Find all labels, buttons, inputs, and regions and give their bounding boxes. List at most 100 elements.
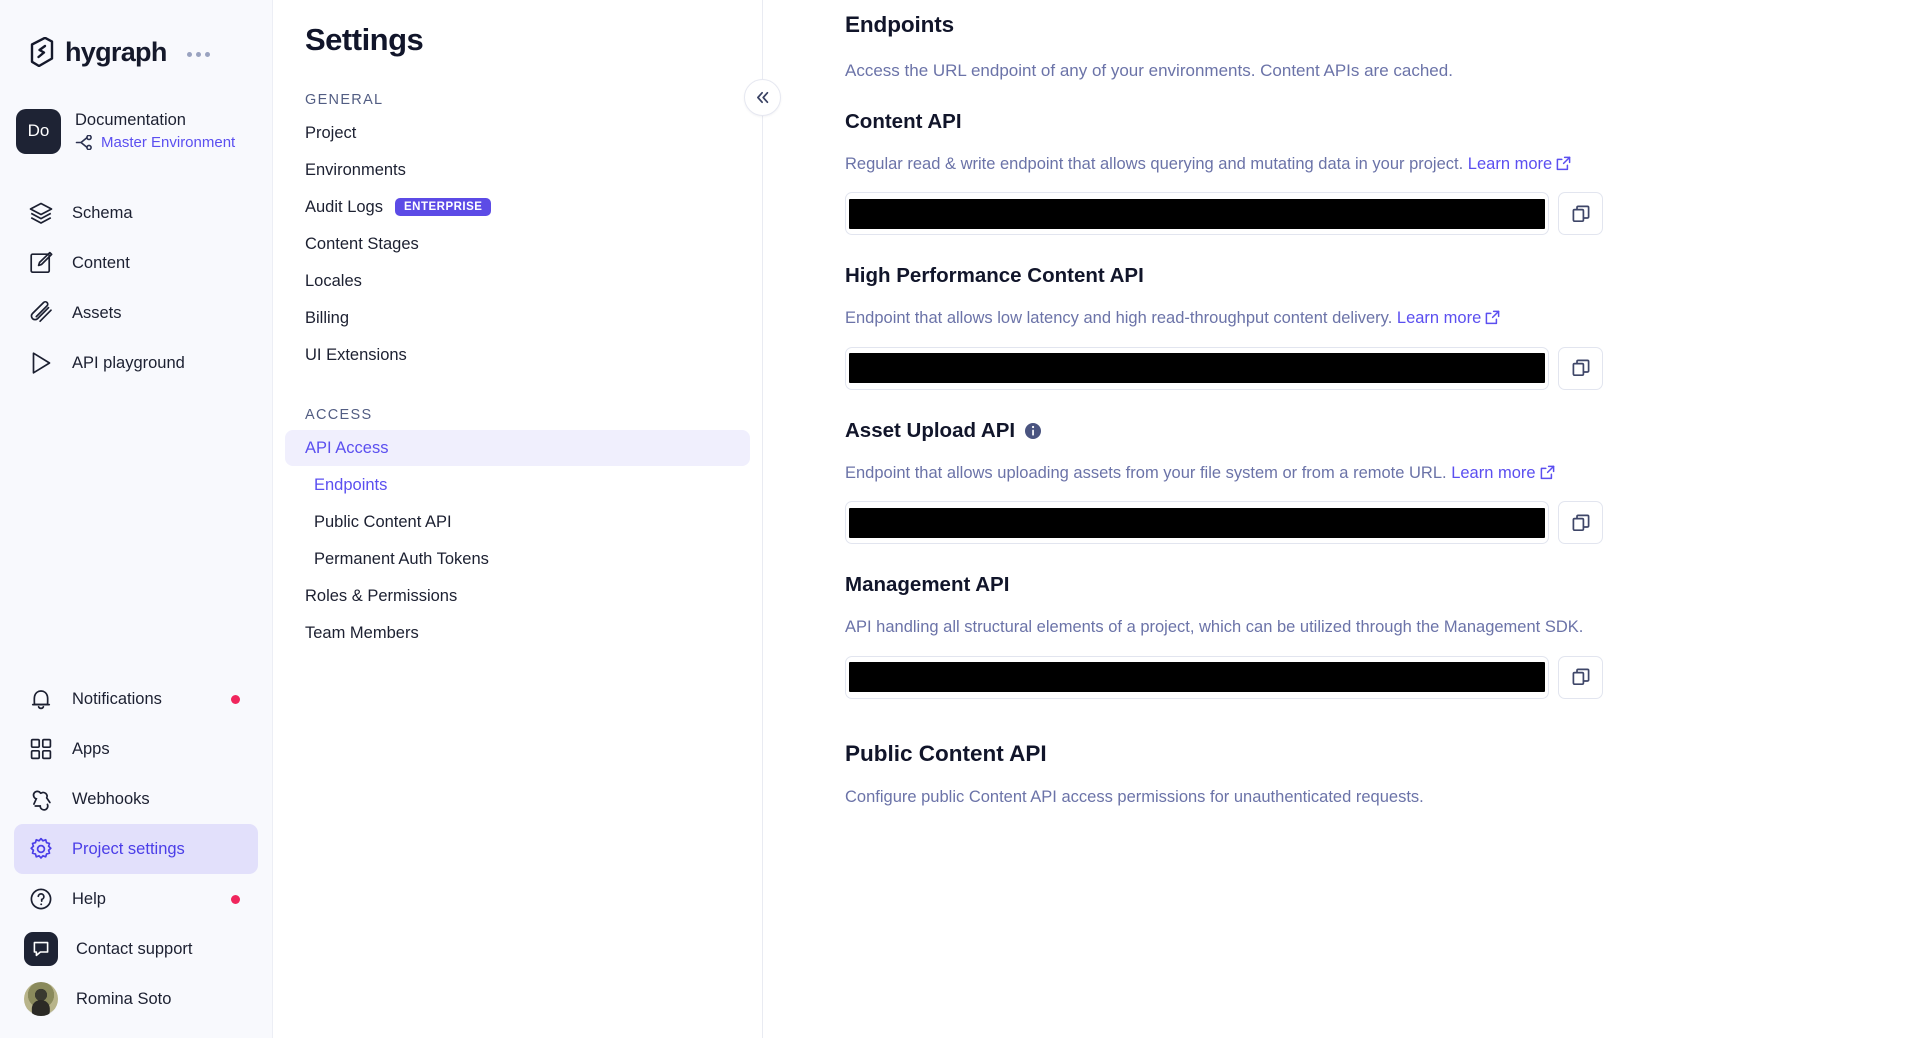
- project-avatar: Do: [16, 109, 61, 154]
- environment-row[interactable]: Master Environment: [75, 134, 235, 151]
- gear-icon: [28, 836, 54, 862]
- section-description-text: Endpoint that allows low latency and hig…: [845, 309, 1392, 327]
- sidebar-item-assets[interactable]: Assets: [14, 288, 258, 338]
- sidebar-item-label: Content: [72, 255, 130, 272]
- chat-bubble-icon: [24, 932, 58, 966]
- bell-icon: [28, 686, 54, 712]
- endpoint-input-content-api[interactable]: [845, 192, 1549, 235]
- settings-item-label: Public Content API: [314, 513, 452, 532]
- sidebar-item-content[interactable]: Content: [14, 238, 258, 288]
- copy-button[interactable]: [1558, 192, 1603, 235]
- sidebar-secondary-nav: Notifications Apps W: [0, 674, 272, 1038]
- settings-item-ui-extensions[interactable]: UI Extensions: [285, 337, 750, 373]
- settings-item-label: Billing: [305, 309, 349, 328]
- section-title-text: High Performance Content API: [845, 264, 1144, 288]
- external-link-icon: [1540, 465, 1555, 480]
- page-title: Settings: [273, 0, 762, 58]
- paperclip-icon: [28, 300, 54, 326]
- sidebar-primary-nav: Schema Content Assets: [0, 162, 272, 388]
- app-root: hygraph Do Documentation Master Environm…: [0, 0, 1920, 1038]
- section-title-public-content-api: Public Content API: [845, 741, 1920, 767]
- redacted-endpoint-value: [849, 662, 1545, 692]
- learn-more-label: Learn more: [1468, 155, 1552, 173]
- info-icon[interactable]: [1024, 422, 1042, 440]
- section-description: Regular read & write endpoint that allow…: [845, 154, 1920, 175]
- section-title-text: Asset Upload API: [845, 419, 1015, 443]
- settings-item-public-content-api[interactable]: Public Content API: [285, 504, 750, 540]
- layers-icon: [28, 200, 54, 226]
- learn-more-link[interactable]: Learn more: [1451, 464, 1554, 482]
- brand-header: hygraph: [0, 0, 272, 76]
- collapse-sidebar-button[interactable]: [744, 79, 781, 116]
- learn-more-label: Learn more: [1451, 464, 1535, 482]
- sidebar-item-label: Schema: [72, 205, 133, 222]
- settings-item-label: Permanent Auth Tokens: [314, 550, 489, 569]
- settings-item-content-stages[interactable]: Content Stages: [285, 226, 750, 262]
- settings-item-roles-permissions[interactable]: Roles & Permissions: [285, 578, 750, 614]
- section-description: Endpoint that allows uploading assets fr…: [845, 463, 1920, 484]
- section-description: Endpoint that allows low latency and hig…: [845, 308, 1920, 329]
- hygraph-logo[interactable]: hygraph: [28, 37, 167, 67]
- external-link-icon: [1485, 310, 1500, 325]
- settings-item-label: Team Members: [305, 624, 419, 643]
- primary-sidebar: hygraph Do Documentation Master Environm…: [0, 0, 273, 1038]
- copy-button[interactable]: [1558, 347, 1603, 390]
- copy-button[interactable]: [1558, 501, 1603, 544]
- endpoint-input-management-api[interactable]: [845, 656, 1549, 699]
- help-dot-badge: [231, 895, 240, 904]
- sidebar-item-project-settings[interactable]: Project settings: [14, 824, 258, 874]
- settings-panel: Settings GENERAL Project Environments Au…: [273, 0, 763, 1038]
- double-chevron-left-icon: [754, 89, 771, 106]
- settings-item-label: Endpoints: [314, 476, 387, 495]
- question-circle-icon: [28, 886, 54, 912]
- settings-group-label-access: ACCESS: [273, 407, 762, 423]
- sidebar-item-label: Notifications: [72, 691, 162, 708]
- settings-item-permanent-auth-tokens[interactable]: Permanent Auth Tokens: [285, 541, 750, 577]
- section-title-text: Management API: [845, 573, 1009, 597]
- play-triangle-icon: [28, 350, 54, 376]
- section-title-high-performance-content-api: High Performance Content API: [845, 264, 1920, 288]
- section-title-management-api: Management API: [845, 573, 1920, 597]
- settings-item-api-access[interactable]: API Access: [285, 430, 750, 466]
- project-meta: Documentation Master Environment: [75, 111, 235, 151]
- section-description-public-content-api: Configure public Content API access perm…: [845, 787, 1920, 808]
- sidebar-item-webhooks[interactable]: Webhooks: [14, 774, 258, 824]
- settings-item-endpoints[interactable]: Endpoints: [285, 467, 750, 503]
- settings-item-label: Locales: [305, 272, 362, 291]
- main-heading: Endpoints: [845, 12, 1920, 38]
- learn-more-link[interactable]: Learn more: [1397, 309, 1500, 327]
- environment-name: Master Environment: [101, 134, 235, 151]
- hygraph-logo-icon: [28, 37, 56, 67]
- project-name: Documentation: [75, 111, 235, 131]
- edit-square-icon: [28, 250, 54, 276]
- settings-item-billing[interactable]: Billing: [285, 300, 750, 336]
- learn-more-link[interactable]: Learn more: [1468, 155, 1571, 173]
- avatar: [24, 982, 58, 1016]
- sidebar-item-contact-support[interactable]: Contact support: [14, 924, 258, 974]
- sidebar-item-user-profile[interactable]: Romina Soto: [14, 974, 258, 1024]
- external-link-icon: [1556, 156, 1571, 171]
- endpoint-input-high-performance-content-api[interactable]: [845, 347, 1549, 390]
- copy-button[interactable]: [1558, 656, 1603, 699]
- endpoint-input-asset-upload-api[interactable]: [845, 501, 1549, 544]
- sidebar-item-apps[interactable]: Apps: [14, 724, 258, 774]
- notification-dot-badge: [231, 695, 240, 704]
- copy-icon: [1571, 358, 1591, 378]
- sidebar-item-label: Contact support: [76, 941, 192, 958]
- sidebar-item-notifications[interactable]: Notifications: [14, 674, 258, 724]
- sidebar-item-api-playground[interactable]: API playground: [14, 338, 258, 388]
- settings-item-team-members[interactable]: Team Members: [285, 615, 750, 651]
- sidebar-item-help[interactable]: Help: [14, 874, 258, 924]
- copy-icon: [1571, 513, 1591, 533]
- ellipsis-icon[interactable]: [187, 52, 210, 57]
- settings-item-label: Roles & Permissions: [305, 587, 457, 606]
- settings-item-audit-logs[interactable]: Audit Logs ENTERPRISE: [285, 189, 750, 225]
- redacted-endpoint-value: [849, 508, 1545, 538]
- settings-item-project[interactable]: Project: [285, 115, 750, 151]
- sidebar-item-schema[interactable]: Schema: [14, 188, 258, 238]
- sidebar-item-label: API playground: [72, 355, 185, 372]
- settings-item-environments[interactable]: Environments: [285, 152, 750, 188]
- settings-item-locales[interactable]: Locales: [285, 263, 750, 299]
- grid-icon: [28, 736, 54, 762]
- project-switcher[interactable]: Do Documentation Master Environment: [0, 76, 272, 162]
